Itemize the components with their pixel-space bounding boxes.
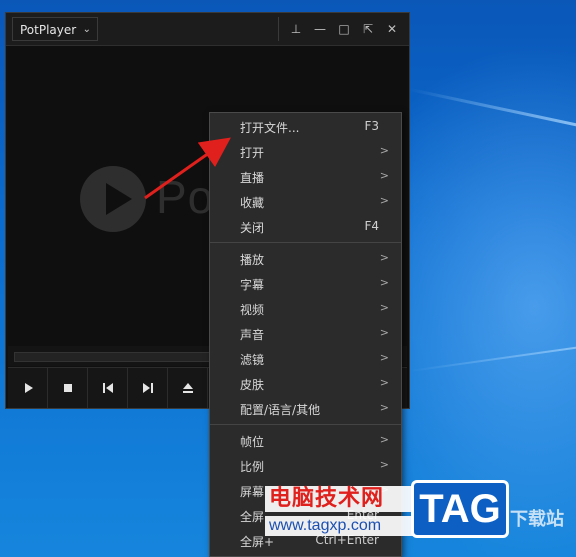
watermark-title: 电脑技术网 (265, 486, 419, 512)
watermark: 电脑技术网 www.tagxp.com TAG (265, 480, 510, 540)
watermark-url: www.tagxp.com (265, 516, 419, 536)
watermark-side-text: 下载站 (510, 509, 564, 530)
watermark-tag-logo: TAG (411, 480, 509, 538)
red-pointer-arrow (144, 137, 231, 200)
